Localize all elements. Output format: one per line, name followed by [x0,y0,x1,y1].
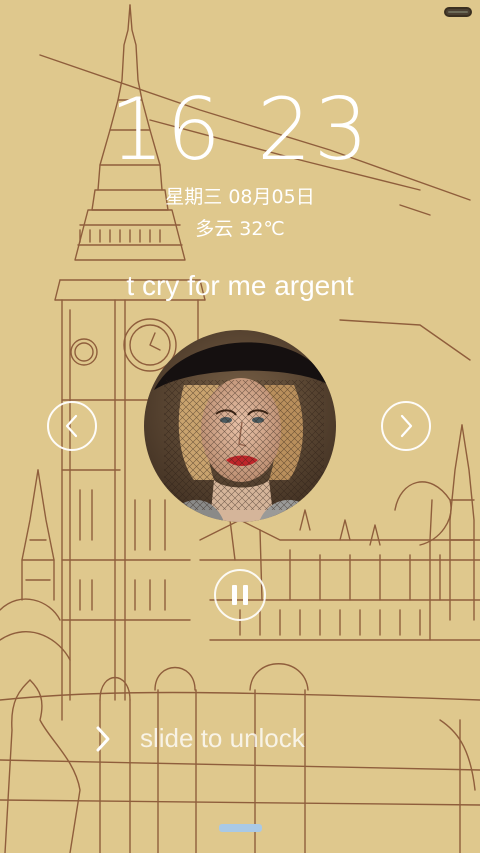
clock-hour: 16 [109,80,223,180]
home-indicator[interactable] [219,824,262,832]
clock: 16 23 [0,82,480,178]
battery-icon [444,7,472,17]
slide-to-unlock-label: slide to unlock [140,723,305,753]
previous-track-button[interactable] [47,401,97,451]
chevron-right-icon [96,726,110,752]
song-title: t cry for me argent [126,270,354,301]
album-art[interactable] [144,330,336,522]
date-label: 星期三 08月05日 [165,186,315,208]
chevron-left-icon [65,414,78,438]
clock-minute: 23 [257,80,371,180]
next-track-button[interactable] [381,401,431,451]
weather-label: 多云 32℃ [195,218,285,240]
pause-button[interactable] [214,569,266,621]
battery-level [448,11,469,13]
slide-to-unlock[interactable]: slide to unlock [92,718,392,758]
chevron-right-icon [400,414,413,438]
